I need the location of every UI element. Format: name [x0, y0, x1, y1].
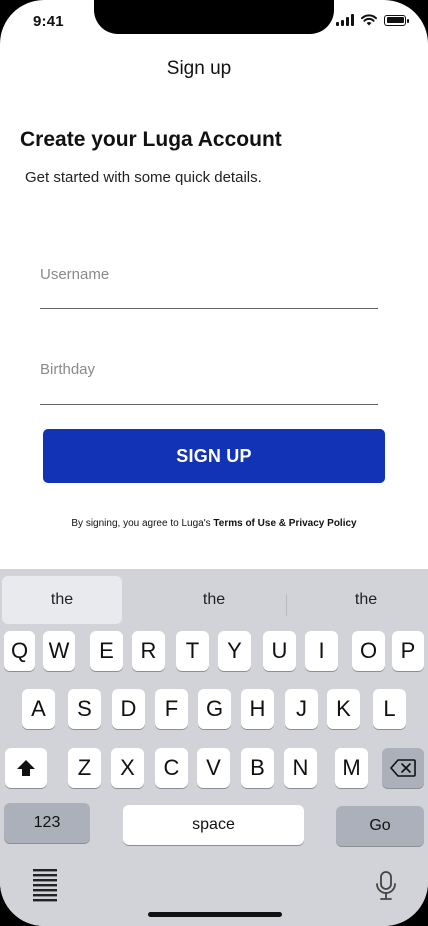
home-indicator [148, 912, 282, 917]
key-d[interactable]: D [112, 689, 145, 729]
username-label: Username [40, 266, 110, 283]
backspace-icon [390, 759, 416, 777]
page-title: Create your Luga Account [20, 128, 282, 151]
suggestion-3[interactable]: the [300, 576, 428, 624]
username-field[interactable]: Username [40, 266, 378, 310]
key-u[interactable]: U [263, 631, 296, 671]
key-g[interactable]: G [198, 689, 231, 729]
key-s[interactable]: S [68, 689, 101, 729]
suggestion-2[interactable]: the [150, 576, 278, 624]
key-c[interactable]: C [155, 748, 188, 788]
keyboard-switch-icon[interactable] [32, 868, 58, 907]
key-b[interactable]: B [241, 748, 274, 788]
key-y[interactable]: Y [218, 631, 251, 671]
key-x[interactable]: X [111, 748, 144, 788]
key-j[interactable]: J [285, 689, 318, 729]
terms-links[interactable]: Terms of Use & Privacy Policy [213, 518, 356, 529]
terms-text: By signing, you agree to Luga's Terms of… [0, 518, 428, 529]
status-time: 9:41 [33, 13, 64, 30]
status-icons [336, 14, 409, 26]
delete-key[interactable] [382, 748, 424, 788]
space-key[interactable]: space [123, 805, 304, 845]
phone-screen: 9:41 Sign up Create your Luga Account Ge… [0, 0, 428, 926]
notch [94, 0, 334, 34]
birthday-label: Birthday [40, 361, 96, 378]
nav-title: Sign up [166, 58, 232, 79]
shift-arrow-icon [17, 760, 35, 776]
battery-icon [384, 14, 409, 26]
keyboard: the the the Q W E R T Y U I O P A S D F … [0, 569, 428, 926]
key-l[interactable]: L [373, 689, 406, 729]
shift-key[interactable] [5, 748, 47, 788]
key-i[interactable]: I [305, 631, 338, 671]
key-w[interactable]: W [43, 631, 75, 671]
key-n[interactable]: N [284, 748, 317, 788]
key-e[interactable]: E [90, 631, 123, 671]
key-f[interactable]: F [155, 689, 188, 729]
key-t[interactable]: T [176, 631, 209, 671]
key-k[interactable]: K [327, 689, 360, 729]
suggestion-divider [286, 594, 287, 616]
birthday-field[interactable]: Birthday [40, 361, 378, 405]
key-h[interactable]: H [241, 689, 274, 729]
suggestion-1[interactable]: the [2, 576, 122, 624]
cellular-signal-icon [336, 14, 354, 26]
key-a[interactable]: A [22, 689, 55, 729]
key-q[interactable]: Q [4, 631, 35, 671]
microphone-icon[interactable] [375, 871, 397, 906]
key-m[interactable]: M [335, 748, 368, 788]
key-o[interactable]: O [352, 631, 385, 671]
go-key[interactable]: Go [336, 806, 424, 846]
numbers-key[interactable]: 123 [4, 803, 90, 843]
key-p[interactable]: P [392, 631, 424, 671]
status-bar: 9:41 [0, 0, 428, 48]
wifi-icon [361, 14, 377, 26]
page-subtitle: Get started with some quick details. [25, 169, 262, 186]
key-r[interactable]: R [132, 631, 165, 671]
username-underline [40, 308, 378, 309]
sign-up-button[interactable]: SIGN UP [43, 429, 385, 483]
birthday-underline [40, 404, 378, 405]
terms-prefix: By signing, you agree to Luga's [71, 518, 214, 529]
key-v[interactable]: V [197, 748, 230, 788]
key-z[interactable]: Z [68, 748, 101, 788]
